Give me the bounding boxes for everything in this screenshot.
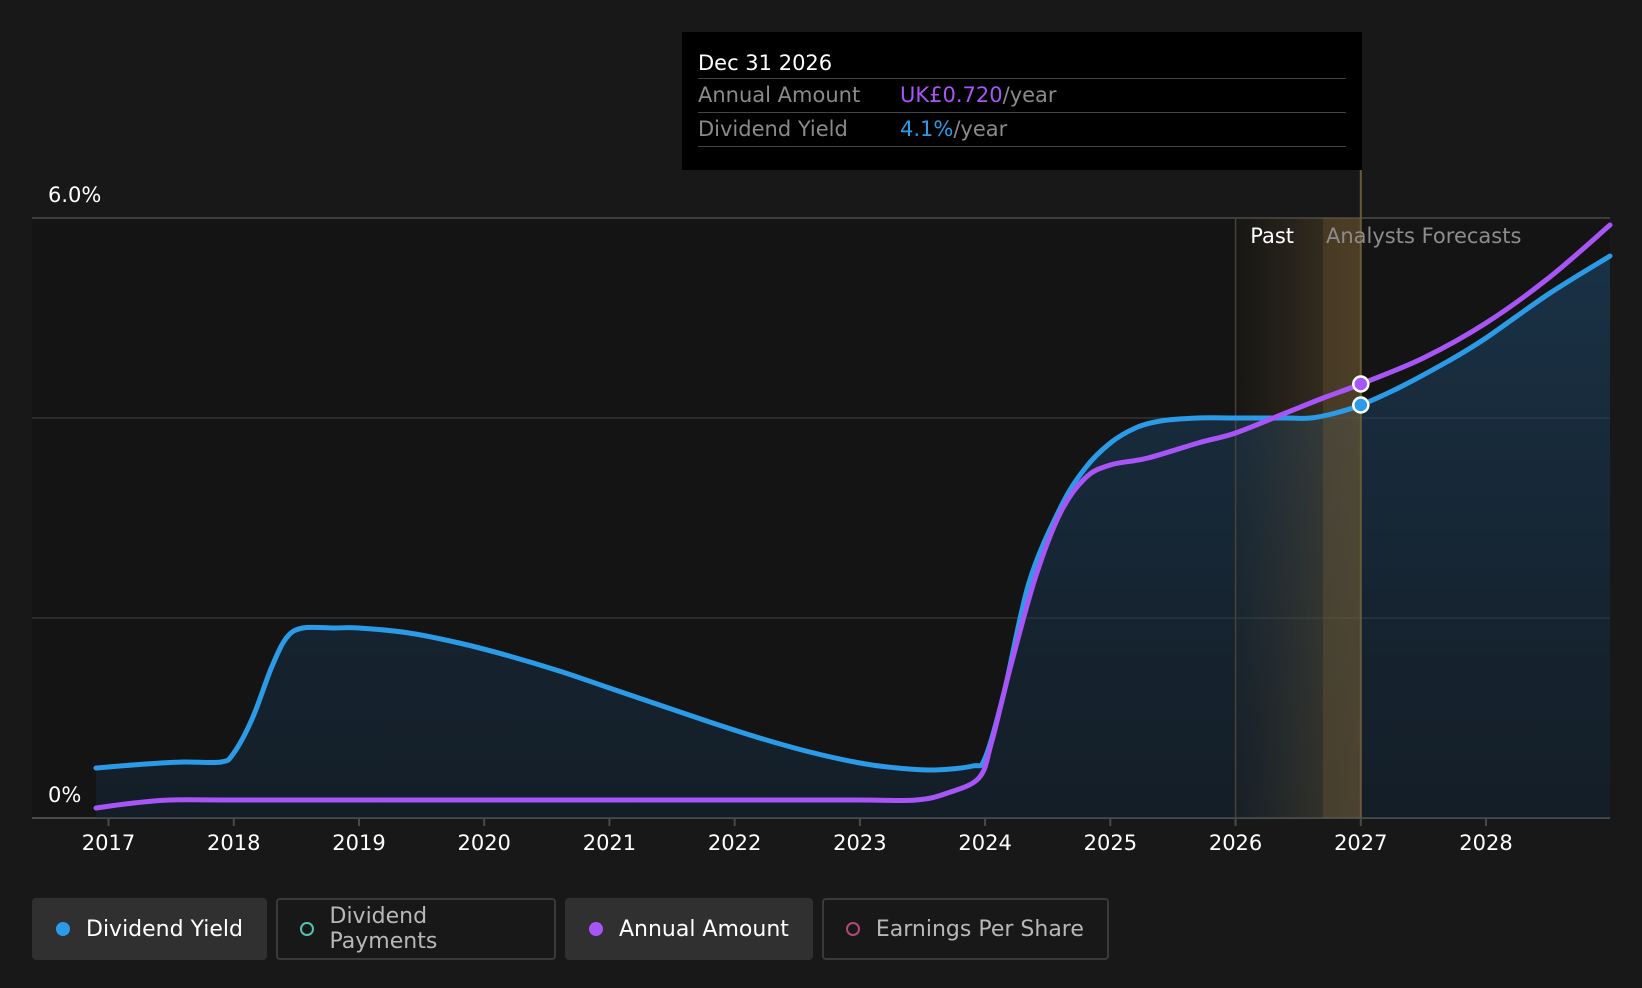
- past-region-band: [1235, 218, 1361, 818]
- x-tick-label: 2021: [583, 831, 636, 855]
- annual-amount-dot-icon: [588, 922, 603, 936]
- dividend-yield-dot-icon: [56, 922, 70, 936]
- x-tick-label: 2024: [958, 831, 1011, 855]
- dividend-payments-dot-icon: [299, 922, 314, 936]
- legend-label: Annual Amount: [618, 916, 789, 942]
- legend-dividend-yield[interactable]: Dividend Yield: [32, 898, 267, 960]
- legend-label: Dividend Yield: [86, 916, 243, 942]
- legend: Dividend Yield Dividend Payments Annual …: [32, 898, 1109, 960]
- legend-annual-amount[interactable]: Annual Amount: [564, 898, 813, 960]
- forecast-label: Analysts Forecasts: [1326, 224, 1521, 248]
- dividend-yield-highlight-point: [1352, 396, 1370, 414]
- tooltip-label: Annual Amount: [698, 83, 861, 107]
- legend-label: Dividend Payments: [329, 904, 438, 954]
- y-tick-label-min: 0%: [48, 783, 81, 807]
- x-tick-label: 2023: [833, 831, 886, 855]
- past-label: Past: [1250, 224, 1294, 248]
- tooltip-unit: /year: [953, 117, 1008, 141]
- tooltip-label: Dividend Yield: [698, 117, 848, 141]
- legend-label: Earnings Per Share: [875, 916, 1084, 942]
- tooltip-unit: /year: [1002, 83, 1057, 107]
- x-tick-label: 2017: [82, 831, 135, 855]
- legend-earnings-per-share[interactable]: Earnings Per Share: [821, 898, 1109, 960]
- x-tick-label: 2022: [708, 831, 761, 855]
- annual-amount-highlight-point: [1352, 375, 1370, 393]
- tooltip-row-dividend-yield: Dividend Yield 4.1% /year: [698, 113, 1346, 147]
- x-tick-label: 2027: [1334, 831, 1387, 855]
- x-tick-label: 2018: [207, 831, 260, 855]
- tooltip-value: 4.1%: [900, 117, 954, 141]
- tooltip-date: Dec 31 2026: [698, 48, 1346, 79]
- legend-dividend-payments[interactable]: Dividend Payments: [275, 898, 556, 960]
- tooltip-value: UK£0.720: [900, 83, 1003, 107]
- earnings-per-share-dot-icon: [845, 922, 860, 936]
- y-tick-label-max: 6.0%: [48, 183, 101, 207]
- tooltip-row-annual-amount: Annual Amount UK£0.720 /year: [698, 79, 1346, 113]
- x-tick-label: 2028: [1459, 831, 1512, 855]
- x-tick-label: 2026: [1209, 831, 1262, 855]
- tooltip: Dec 31 2026 Annual Amount UK£0.720 /year…: [682, 32, 1362, 170]
- x-tick-label: 2025: [1084, 831, 1137, 855]
- x-tick-label: 2019: [332, 831, 385, 855]
- x-tick-label: 2020: [457, 831, 510, 855]
